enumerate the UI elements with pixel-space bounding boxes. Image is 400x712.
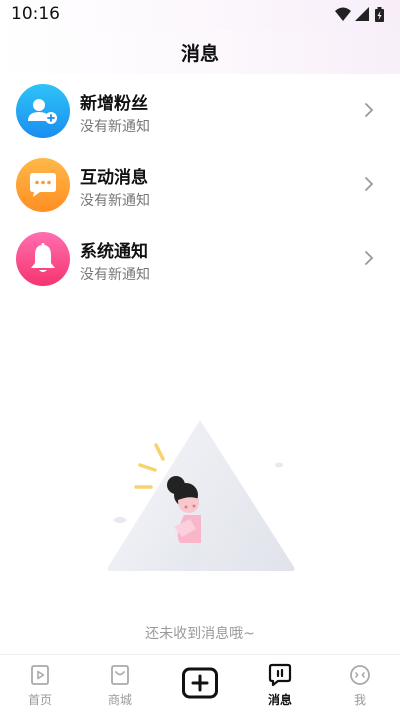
tab-me[interactable]: 我 <box>320 655 400 712</box>
shopping-bag-icon <box>111 665 129 685</box>
home-play-icon <box>31 665 49 685</box>
message-item-title: 系统通知 <box>80 242 148 262</box>
empty-state-illustration <box>107 420 295 571</box>
bell-icon <box>16 232 70 286</box>
tab-mall[interactable]: 商城 <box>80 655 160 712</box>
bottom-tab-bar: 首页 商城 消息 我 <box>0 654 400 712</box>
status-time: 10:16 <box>11 4 60 24</box>
tab-messages[interactable]: 消息 <box>240 655 320 712</box>
status-bar: 10:16 <box>0 0 400 30</box>
wifi-icon <box>335 7 351 21</box>
battery-icon <box>375 7 384 22</box>
profile-face-icon <box>350 665 370 685</box>
message-item-system[interactable]: 系统通知 没有新通知 <box>0 222 400 296</box>
cellular-signal-icon <box>355 7 369 21</box>
status-icons <box>334 6 390 24</box>
tab-create[interactable] <box>160 655 240 712</box>
message-item-title: 互动消息 <box>80 168 148 188</box>
chevron-right-icon <box>365 177 374 191</box>
message-item-interactions[interactable]: 互动消息 没有新通知 <box>0 148 400 222</box>
message-item-new-followers[interactable]: 新增粉丝 没有新通知 <box>0 74 400 148</box>
message-item-subtitle: 没有新通知 <box>80 119 150 135</box>
chevron-right-icon <box>365 103 374 117</box>
tab-home[interactable]: 首页 <box>0 655 80 712</box>
message-icon <box>268 663 292 687</box>
new-followers-icon <box>16 84 70 138</box>
chevron-right-icon <box>365 251 374 265</box>
chat-bubble-icon <box>16 158 70 212</box>
tab-label: 首页 <box>27 693 52 707</box>
tab-label: 我 <box>353 693 366 707</box>
header: 消息 <box>0 30 400 74</box>
message-item-subtitle: 没有新通知 <box>80 267 150 283</box>
plus-box-icon <box>182 667 218 699</box>
message-item-title: 新增粉丝 <box>80 94 148 114</box>
message-item-subtitle: 没有新通知 <box>80 193 150 209</box>
page-title: 消息 <box>180 43 219 65</box>
tab-label: 商城 <box>107 693 132 707</box>
empty-state-text: 还未收到消息哦~ <box>145 626 255 642</box>
tab-label: 消息 <box>267 693 292 707</box>
